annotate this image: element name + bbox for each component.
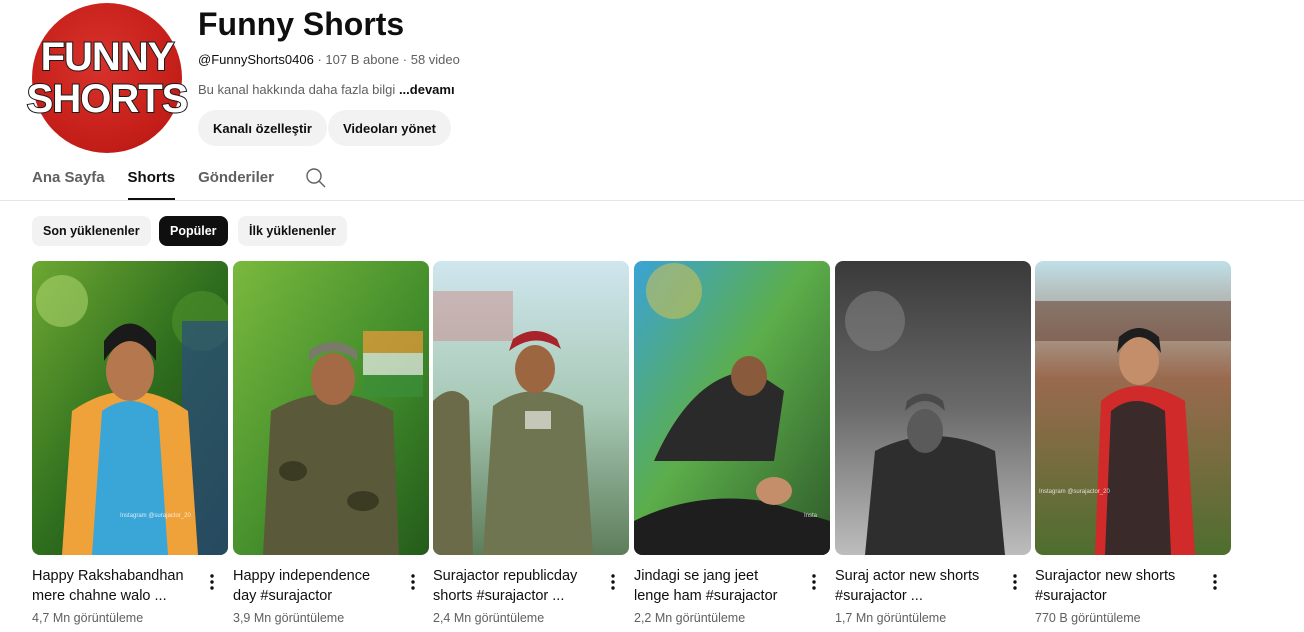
short-card[interactable]: Insta Jindagi se jang jeet lenge ham #su… xyxy=(634,261,830,625)
more-vert-icon[interactable] xyxy=(206,572,218,592)
short-thumbnail[interactable]: Insta xyxy=(634,261,830,555)
short-card[interactable]: Surajactor republicday shorts #surajacto… xyxy=(433,261,629,625)
short-thumbnail[interactable] xyxy=(433,261,629,555)
tab-shorts[interactable]: Shorts xyxy=(127,156,175,200)
tabs-divider xyxy=(0,200,1304,201)
more-vert-icon[interactable] xyxy=(607,572,619,592)
short-title[interactable]: Jindagi se jang jeet lenge ham #surajact… xyxy=(634,566,802,606)
chip-popular[interactable]: Popüler xyxy=(159,216,228,246)
customize-channel-button[interactable]: Kanalı özelleştir xyxy=(198,110,327,146)
search-icon[interactable] xyxy=(305,156,329,200)
tab-posts[interactable]: Gönderiler xyxy=(198,156,274,200)
short-title[interactable]: Surajactor republicday shorts #surajacto… xyxy=(433,566,601,606)
short-thumbnail[interactable] xyxy=(233,261,429,555)
more-vert-icon[interactable] xyxy=(1209,572,1221,592)
chip-oldest[interactable]: İlk yüklenenler xyxy=(238,216,347,246)
short-views: 2,2 Mn görüntüleme xyxy=(634,611,746,625)
channel-title: Funny Shorts xyxy=(198,6,405,42)
short-thumbnail[interactable]: Instagram @surajactor_20 xyxy=(1035,261,1231,555)
tab-home[interactable]: Ana Sayfa xyxy=(32,156,105,200)
video-count: 58 video xyxy=(410,52,460,67)
more-vert-icon[interactable] xyxy=(808,572,820,592)
more-vert-icon[interactable] xyxy=(1009,572,1021,592)
subscriber-count: 107 B abone xyxy=(325,52,400,67)
short-thumbnail[interactable]: Instagram @surajactor_20 xyxy=(32,261,228,555)
short-card[interactable]: Suraj actor new shorts #surajactor ... 1… xyxy=(835,261,1031,625)
channel-meta: @FunnyShorts0406 · 107 B abone · 58 vide… xyxy=(198,52,460,67)
channel-handle: @FunnyShorts0406 xyxy=(198,52,314,67)
about-text: Bu kanal hakkında daha fazla bilgi xyxy=(198,82,396,97)
short-card[interactable]: Happy independence day #surajactor 3,9 M… xyxy=(233,261,429,625)
channel-tabs: Ana Sayfa Shorts Gönderiler xyxy=(32,156,329,200)
meta-separator: · xyxy=(402,52,411,67)
short-title[interactable]: Happy Rakshabandhan mere chahne walo ... xyxy=(32,566,200,606)
more-vert-icon[interactable] xyxy=(407,572,419,592)
short-title[interactable]: Happy independence day #surajactor xyxy=(233,566,401,606)
short-card[interactable]: Instagram @surajactor_20 Surajactor new … xyxy=(1035,261,1231,625)
short-views: 1,7 Mn görüntüleme xyxy=(835,611,947,625)
channel-about[interactable]: Bu kanal hakkında daha fazla bilgi ...de… xyxy=(198,82,455,97)
channel-avatar: FUNNY SHORTS xyxy=(26,3,189,153)
short-views: 2,4 Mn görüntüleme xyxy=(433,611,545,625)
avatar-text-line2: SHORTS xyxy=(26,77,190,121)
chip-latest[interactable]: Son yüklenenler xyxy=(32,216,151,246)
short-views: 3,9 Mn görüntüleme xyxy=(233,611,345,625)
short-title[interactable]: Suraj actor new shorts #surajactor ... xyxy=(835,566,1003,606)
short-title[interactable]: Surajactor new shorts #surajactor xyxy=(1035,566,1203,606)
short-views: 4,7 Mn görüntüleme xyxy=(32,611,144,625)
short-thumbnail[interactable] xyxy=(835,261,1031,555)
short-views: 770 B görüntüleme xyxy=(1035,611,1141,625)
short-card[interactable]: Instagram @surajactor_20 Happy Rakshaban… xyxy=(32,261,228,625)
avatar-text-line1: FUNNY xyxy=(40,35,176,79)
about-more-link[interactable]: ...devamı xyxy=(399,82,455,97)
manage-videos-button[interactable]: Videoları yönet xyxy=(328,110,451,146)
